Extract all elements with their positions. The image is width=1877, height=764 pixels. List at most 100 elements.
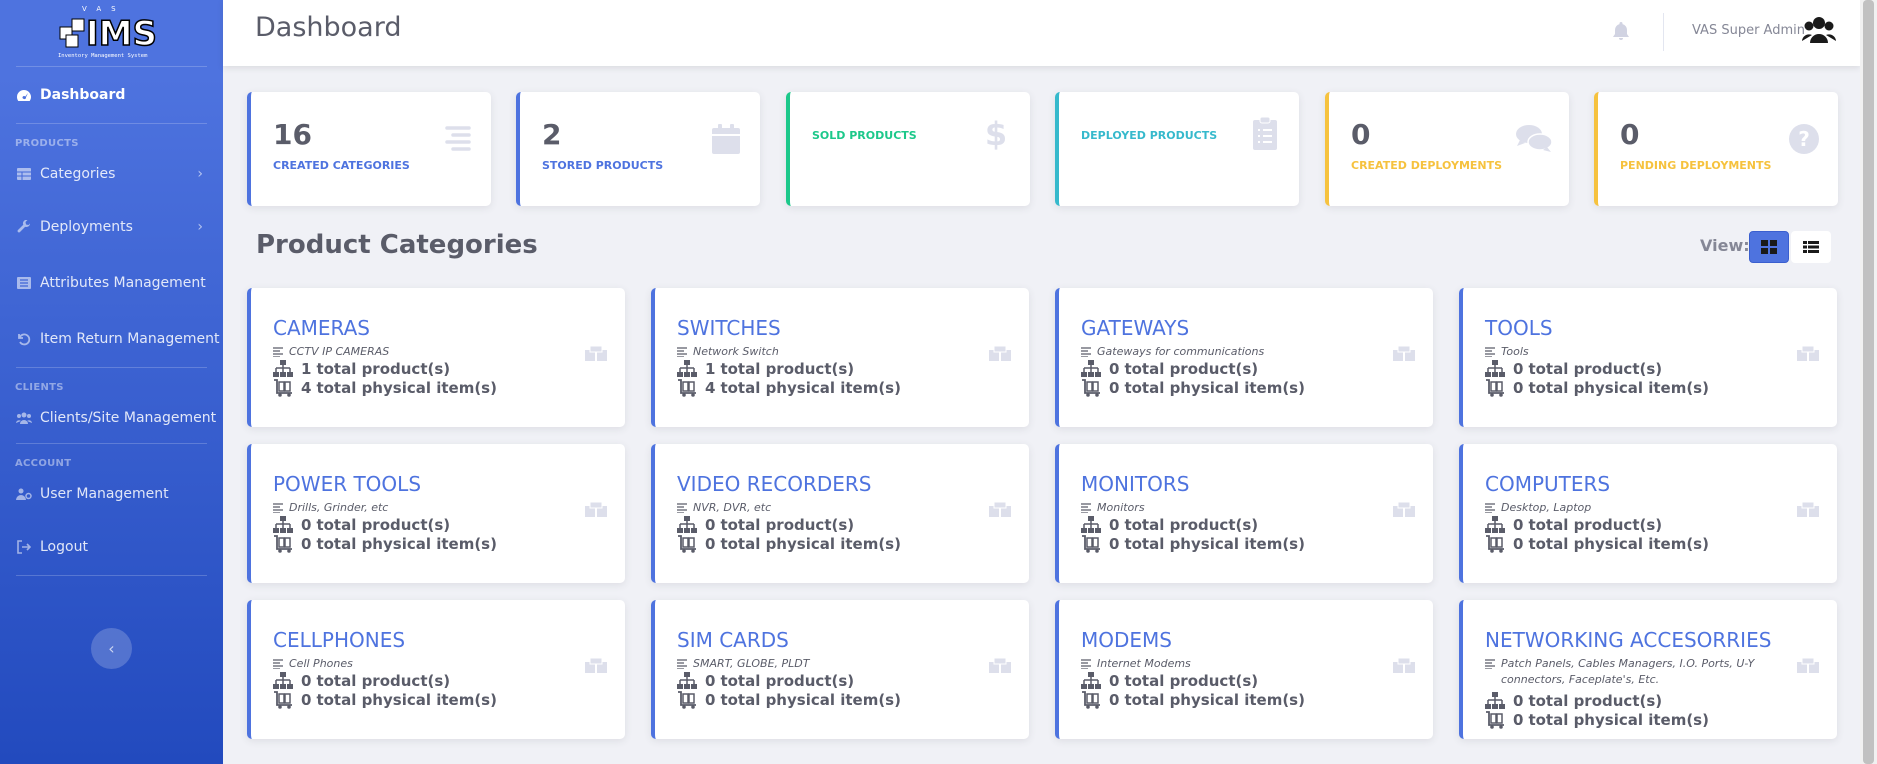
sidebar-item-label: Item Return Management xyxy=(40,331,220,347)
align-left-icon xyxy=(1485,347,1495,357)
item-count-label: total physical item(s) xyxy=(720,691,901,709)
sidebar-item-item-return[interactable]: Item Return Management xyxy=(0,311,223,367)
product-count-value: 1 xyxy=(705,360,716,378)
ims-logo: VAS IMS Inventory Management System xyxy=(58,5,158,59)
category-description: Internet Modems xyxy=(1081,656,1381,672)
stat-card-created-categories: 16 CREATED CATEGORIES xyxy=(247,92,491,206)
stat-card-created-deployments: 0 CREATED DEPLOYMENTS xyxy=(1325,92,1569,206)
category-card[interactable]: NETWORKING ACCESORRIES Patch Panels, Cabl… xyxy=(1459,600,1837,739)
product-count-value: 0 xyxy=(1513,360,1524,378)
item-count-value: 0 xyxy=(1513,711,1524,729)
category-name[interactable]: COMPUTERS xyxy=(1485,472,1610,496)
category-card[interactable]: MODEMS Internet Modems 0 total product(s) 0 t… xyxy=(1055,600,1433,739)
category-description-text: Cell Phones xyxy=(289,657,353,670)
sitemap-icon xyxy=(1081,360,1101,377)
calendar-icon xyxy=(712,124,740,154)
sidebar-item-users[interactable]: User Management xyxy=(0,469,223,519)
item-count-value: 0 xyxy=(301,691,312,709)
category-card[interactable]: COMPUTERS Desktop, Laptop 0 total product(s… xyxy=(1459,444,1837,583)
svg-text:IMS: IMS xyxy=(86,14,157,54)
product-count-label: total product(s) xyxy=(316,516,451,534)
dolly-flatbed-icon xyxy=(1082,691,1100,709)
scrollbar[interactable] xyxy=(1860,0,1877,764)
category-name[interactable]: CAMERAS xyxy=(273,316,370,340)
scrollbar-thumb[interactable] xyxy=(1863,0,1874,764)
category-name[interactable]: CELLPHONES xyxy=(273,628,405,652)
th-large-icon xyxy=(1761,240,1777,254)
category-name[interactable]: MODEMS xyxy=(1081,628,1172,652)
item-count: 0 total physical item(s) xyxy=(1485,535,1714,553)
sidebar-item-dashboard[interactable]: Dashboard xyxy=(0,67,223,123)
sidebar-toggle-button[interactable]: ‹ xyxy=(91,628,132,669)
category-name[interactable]: SWITCHES xyxy=(677,316,781,340)
product-count: 1 total product(s) xyxy=(273,360,455,378)
sidebar-item-logout[interactable]: Logout xyxy=(0,519,223,575)
brand-logo-link[interactable]: VAS IMS Inventory Management System xyxy=(0,0,223,66)
product-count-value: 0 xyxy=(301,672,312,690)
category-description-text: Desktop, Laptop xyxy=(1501,501,1592,514)
product-count-value: 0 xyxy=(705,672,716,690)
category-description: Network Switch xyxy=(677,344,977,360)
align-left-icon xyxy=(1081,659,1091,669)
category-card[interactable]: POWER TOOLS Drills, Grinder, etc 0 total pr… xyxy=(247,444,625,583)
grid-view-button[interactable] xyxy=(1749,231,1789,263)
align-left-icon xyxy=(1485,659,1495,669)
item-count-label: total physical item(s) xyxy=(1124,691,1305,709)
category-description-text: Patch Panels, Cables Managers, I.O. Port… xyxy=(1501,657,1755,686)
category-card[interactable]: TOOLS Tools 0 total product(s) 0 total physic… xyxy=(1459,288,1837,427)
question-circle-icon: ? xyxy=(1789,124,1819,154)
user-name[interactable]: VAS Super Admin xyxy=(1692,23,1805,38)
category-name[interactable]: NETWORKING ACCESORRIES xyxy=(1485,628,1771,652)
sitemap-icon xyxy=(677,516,697,533)
item-count: 0 total physical item(s) xyxy=(273,691,502,709)
category-card[interactable]: CELLPHONES Cell Phones 0 total product(s) 0 t… xyxy=(247,600,625,739)
item-count-value: 0 xyxy=(1513,379,1524,397)
svg-text:?: ? xyxy=(1798,127,1810,151)
bell-icon[interactable] xyxy=(1612,21,1630,41)
item-count-label: total physical item(s) xyxy=(720,535,901,553)
sidebar-item-attributes[interactable]: Attributes Management xyxy=(0,255,223,311)
item-count: 0 total physical item(s) xyxy=(1485,711,1714,729)
category-card[interactable]: MONITORS Monitors 0 total product(s) 0 total … xyxy=(1055,444,1433,583)
category-name[interactable]: MONITORS xyxy=(1081,472,1189,496)
category-card[interactable]: SIM CARDS SMART, GLOBE, PLDT 0 total produc… xyxy=(651,600,1029,739)
category-name[interactable]: VIDEO RECORDERS xyxy=(677,472,871,496)
page-title: Dashboard xyxy=(255,12,402,43)
item-count-value: 0 xyxy=(705,535,716,553)
item-count-label: total physical item(s) xyxy=(1528,711,1709,729)
list-alt-icon xyxy=(16,275,32,291)
category-description: Tools xyxy=(1485,344,1785,360)
stat-card-stored-products: 2 STORED PRODUCTS xyxy=(516,92,760,206)
sitemap-icon xyxy=(1485,692,1505,709)
section-title: Product Categories xyxy=(256,230,538,260)
svg-text:VAS: VAS xyxy=(82,5,126,13)
svg-text:$: $ xyxy=(985,116,1007,150)
category-card[interactable]: SWITCHES Network Switch 1 total product(s) 4… xyxy=(651,288,1029,427)
category-name[interactable]: POWER TOOLS xyxy=(273,472,421,496)
product-count: 0 total product(s) xyxy=(1485,516,1667,534)
users-avatar-icon[interactable] xyxy=(1802,15,1836,47)
sidebar-item-clients[interactable]: Clients/Site Management xyxy=(0,393,223,443)
sidebar-item-categories[interactable]: Categories › xyxy=(0,149,223,199)
category-card[interactable]: GATEWAYS Gateways for communications 0 tota… xyxy=(1055,288,1433,427)
category-card[interactable]: VIDEO RECORDERS NVR, DVR, etc 0 total produ… xyxy=(651,444,1029,583)
list-view-button[interactable] xyxy=(1791,231,1831,263)
boxes-icon xyxy=(1393,658,1415,673)
item-count: 0 total physical item(s) xyxy=(677,691,906,709)
product-count-label: total product(s) xyxy=(1124,360,1259,378)
stat-label: SOLD PRODUCTS xyxy=(812,129,917,142)
product-count-label: total product(s) xyxy=(1528,692,1663,710)
product-count: 0 total product(s) xyxy=(1081,516,1263,534)
product-count-label: total product(s) xyxy=(1124,516,1259,534)
category-name[interactable]: GATEWAYS xyxy=(1081,316,1189,340)
sidebar-item-deployments[interactable]: Deployments › xyxy=(0,199,223,255)
sidebar-item-label: Attributes Management xyxy=(40,275,206,291)
clipboard-icon xyxy=(1253,116,1277,150)
stat-value: 16 xyxy=(273,118,312,151)
align-left-icon xyxy=(273,659,283,669)
undo-icon xyxy=(16,331,32,347)
category-name[interactable]: TOOLS xyxy=(1485,316,1553,340)
dolly-flatbed-icon xyxy=(274,691,292,709)
category-card[interactable]: CAMERAS CCTV IP CAMERAS 1 total product(s) 4… xyxy=(247,288,625,427)
category-name[interactable]: SIM CARDS xyxy=(677,628,789,652)
